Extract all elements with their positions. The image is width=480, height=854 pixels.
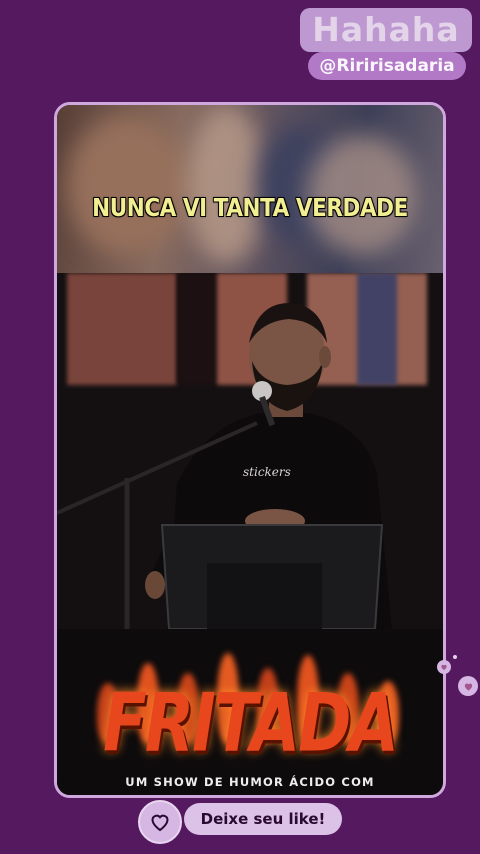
comedian-figure [57, 303, 392, 629]
banner-title: FRITADA [103, 677, 399, 771]
show-banner: FRITADA UM SHOW DE HUMOR ÁCIDO COM [57, 629, 443, 795]
heart-decoration-icon [458, 676, 478, 696]
brand-handle: @Riririsadaria [308, 52, 466, 80]
video-caption: NUNCA VI TANTA VERDADE [92, 193, 408, 222]
heart-decoration-icon [437, 660, 451, 674]
brand-title: Hahaha [300, 8, 472, 52]
video-frame[interactable]: NUNCA VI TANTA VERDADE stickers FRITADA … [54, 102, 446, 798]
like-heart-button[interactable] [138, 800, 182, 844]
heart-icon [151, 814, 169, 832]
sparkle-dot [453, 655, 457, 659]
banner-subtitle: UM SHOW DE HUMOR ÁCIDO COM [125, 775, 375, 789]
blurred-top-panel: NUNCA VI TANTA VERDADE [57, 105, 443, 273]
shirt-logo: stickers [243, 465, 291, 479]
comedian-video[interactable]: stickers [57, 273, 443, 629]
brand-watermark: Hahaha @Riririsadaria [300, 6, 472, 80]
like-label[interactable]: Deixe seu like! [184, 803, 342, 835]
